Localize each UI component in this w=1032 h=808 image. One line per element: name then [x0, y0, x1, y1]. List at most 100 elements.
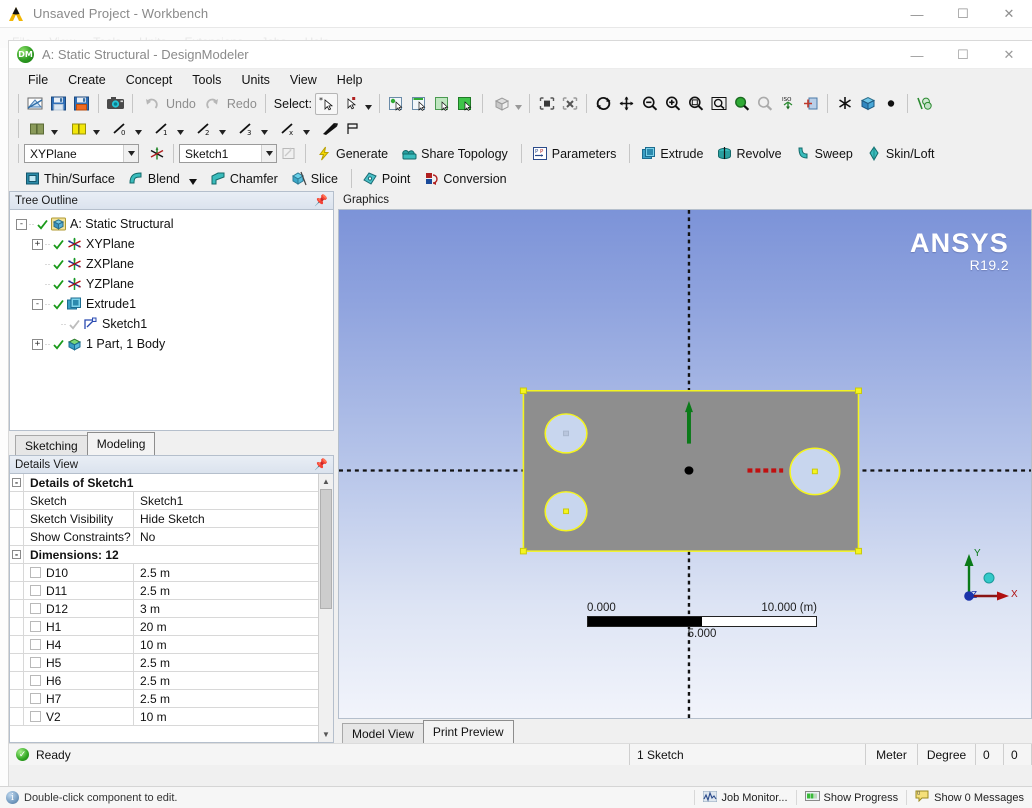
- save-as-icon[interactable]: [70, 93, 93, 115]
- details-row-value[interactable]: No: [134, 528, 318, 545]
- details-row[interactable]: H1 20 m: [10, 618, 318, 636]
- show-progress-button[interactable]: Show Progress: [795, 790, 907, 805]
- dimension-checkbox[interactable]: [30, 567, 41, 578]
- undo-button[interactable]: Undo: [138, 93, 199, 115]
- details-row-value[interactable]: 10 m: [134, 636, 318, 653]
- sketch-plane-x-dropdown[interactable]: x: [276, 118, 312, 140]
- extend-selection-dropdown[interactable]: [488, 93, 524, 115]
- selection-filter-off-icon[interactable]: [558, 93, 581, 115]
- revolve-button[interactable]: Revolve: [711, 143, 789, 165]
- details-row[interactable]: H6 2.5 m: [10, 672, 318, 690]
- new-sketch-plane-icon[interactable]: [145, 143, 168, 165]
- redo-button[interactable]: Redo: [199, 93, 260, 115]
- tree-item-sketch1[interactable]: ·· Sketch1: [16, 314, 333, 334]
- tab-model-view[interactable]: Model View: [342, 723, 424, 743]
- pan-icon[interactable]: [615, 93, 638, 115]
- screenshot-icon[interactable]: [104, 93, 127, 115]
- tree-item-yzplane[interactable]: ·· YZPlane: [16, 274, 333, 294]
- thin-surface-button[interactable]: Thin/Surface: [19, 168, 123, 190]
- sketch-plane-2-dropdown[interactable]: 2: [192, 118, 228, 140]
- designmodeler-minimize-button[interactable]: —: [894, 41, 940, 69]
- details-row[interactable]: D11 2.5 m: [10, 582, 318, 600]
- dimension-checkbox[interactable]: [30, 711, 41, 722]
- scrollbar-thumb[interactable]: [320, 489, 332, 609]
- view-options-icon[interactable]: [913, 93, 936, 115]
- tab-print-preview[interactable]: Print Preview: [422, 720, 514, 743]
- rotate-icon[interactable]: [592, 93, 615, 115]
- menu-units[interactable]: Units: [232, 71, 278, 89]
- workbench-maximize-button[interactable]: ☐: [940, 0, 986, 28]
- details-scrollbar[interactable]: ▲ ▼: [318, 474, 333, 742]
- sketch-plane-3-dropdown[interactable]: 3: [234, 118, 270, 140]
- skin-loft-button[interactable]: Skin/Loft: [861, 143, 943, 165]
- magnify-gray-icon[interactable]: [753, 93, 776, 115]
- tree-item-xyplane[interactable]: + ·· XYPlane: [16, 234, 333, 254]
- details-row-value[interactable]: 20 m: [134, 618, 318, 635]
- dimension-checkbox[interactable]: [30, 603, 41, 614]
- point-display-icon[interactable]: [879, 93, 902, 115]
- selection-filter-icon[interactable]: [535, 93, 558, 115]
- save-icon[interactable]: [47, 93, 70, 115]
- details-collapse-toggle[interactable]: -: [10, 546, 24, 563]
- tree-item-1-part-1-body[interactable]: + ·· 1 Part, 1 Body: [16, 334, 333, 354]
- extrude-button[interactable]: Extrude: [635, 143, 711, 165]
- details-row[interactable]: D10 2.5 m: [10, 564, 318, 582]
- generate-button[interactable]: Generate: [311, 143, 396, 165]
- slice-button[interactable]: Slice: [286, 168, 346, 190]
- graphics-viewport[interactable]: ANSYS R19.2 Y X Z 0.000 10.000 (m) 5.000: [338, 209, 1032, 719]
- display-model-dropdown[interactable]: [66, 118, 102, 140]
- box-zoom-icon[interactable]: [684, 93, 707, 115]
- conversion-button[interactable]: Conversion: [418, 168, 514, 190]
- details-row-value[interactable]: 2.5 m: [134, 672, 318, 689]
- select-single-icon[interactable]: *: [315, 92, 338, 115]
- zoom-out-icon[interactable]: [638, 93, 661, 115]
- magnify-green-icon[interactable]: [730, 93, 753, 115]
- details-row-value[interactable]: Sketch1: [134, 492, 318, 509]
- sketch-plane-1-dropdown[interactable]: 1: [150, 118, 186, 140]
- new-sketch-icon[interactable]: *: [277, 143, 300, 165]
- collapse-icon[interactable]: -: [16, 218, 27, 230]
- orientation-triad[interactable]: Y X Z: [955, 548, 1018, 610]
- expand-icon[interactable]: +: [32, 338, 43, 350]
- details-row[interactable]: H4 10 m: [10, 636, 318, 654]
- details-row[interactable]: D12 3 m: [10, 600, 318, 618]
- details-row-value[interactable]: 2.5 m: [134, 690, 318, 707]
- tab-modeling[interactable]: Modeling: [86, 432, 156, 455]
- scrollbar-track[interactable]: [319, 609, 333, 727]
- iso-view-icon[interactable]: ISO: [776, 93, 799, 115]
- details-row[interactable]: H7 2.5 m: [10, 690, 318, 708]
- dimension-checkbox[interactable]: [30, 639, 41, 650]
- dimension-checkbox[interactable]: [30, 675, 41, 686]
- select-mode-dropdown[interactable]: [338, 93, 374, 115]
- scroll-up-icon[interactable]: ▲: [319, 474, 333, 489]
- details-row[interactable]: Sketch Sketch1: [10, 492, 318, 510]
- sweep-button[interactable]: Sweep: [790, 143, 861, 165]
- menu-tools[interactable]: Tools: [183, 71, 230, 89]
- dimension-checkbox[interactable]: [30, 657, 41, 668]
- select-vertex-icon[interactable]: [385, 93, 408, 115]
- details-row-value[interactable]: Hide Sketch: [134, 510, 318, 527]
- menu-view[interactable]: View: [281, 71, 326, 89]
- pin-icon[interactable]: 📌: [314, 458, 328, 471]
- tree-item-zxplane[interactable]: ·· ZXPlane: [16, 254, 333, 274]
- menu-help[interactable]: Help: [328, 71, 372, 89]
- chamfer-button[interactable]: Chamfer: [205, 168, 286, 190]
- designmodeler-maximize-button[interactable]: ☐: [940, 41, 986, 69]
- dimension-checkbox[interactable]: [30, 621, 41, 632]
- menu-concept[interactable]: Concept: [117, 71, 182, 89]
- dimension-checkbox[interactable]: [30, 585, 41, 596]
- details-row[interactable]: Sketch Visibility Hide Sketch: [10, 510, 318, 528]
- pin-icon[interactable]: 📌: [314, 194, 328, 207]
- plane-combo[interactable]: XYPlane: [24, 144, 139, 163]
- select-edge-icon[interactable]: [408, 93, 431, 115]
- display-plane-dropdown[interactable]: [24, 118, 60, 140]
- zoom-to-fit-icon[interactable]: [707, 93, 730, 115]
- sketch-plane-0-dropdown[interactable]: 0: [108, 118, 144, 140]
- details-view-panel[interactable]: - Details of Sketch1 Sketch Sketch1 Sketch V…: [9, 473, 334, 743]
- job-monitor-button[interactable]: Job Monitor...: [694, 790, 795, 805]
- details-row-value[interactable]: 10 m: [134, 708, 318, 725]
- details-row[interactable]: Show Constraints? No: [10, 528, 318, 546]
- blend-button[interactable]: Blend: [123, 168, 199, 190]
- workbench-minimize-button[interactable]: —: [894, 0, 940, 28]
- display-model-icon[interactable]: [856, 93, 879, 115]
